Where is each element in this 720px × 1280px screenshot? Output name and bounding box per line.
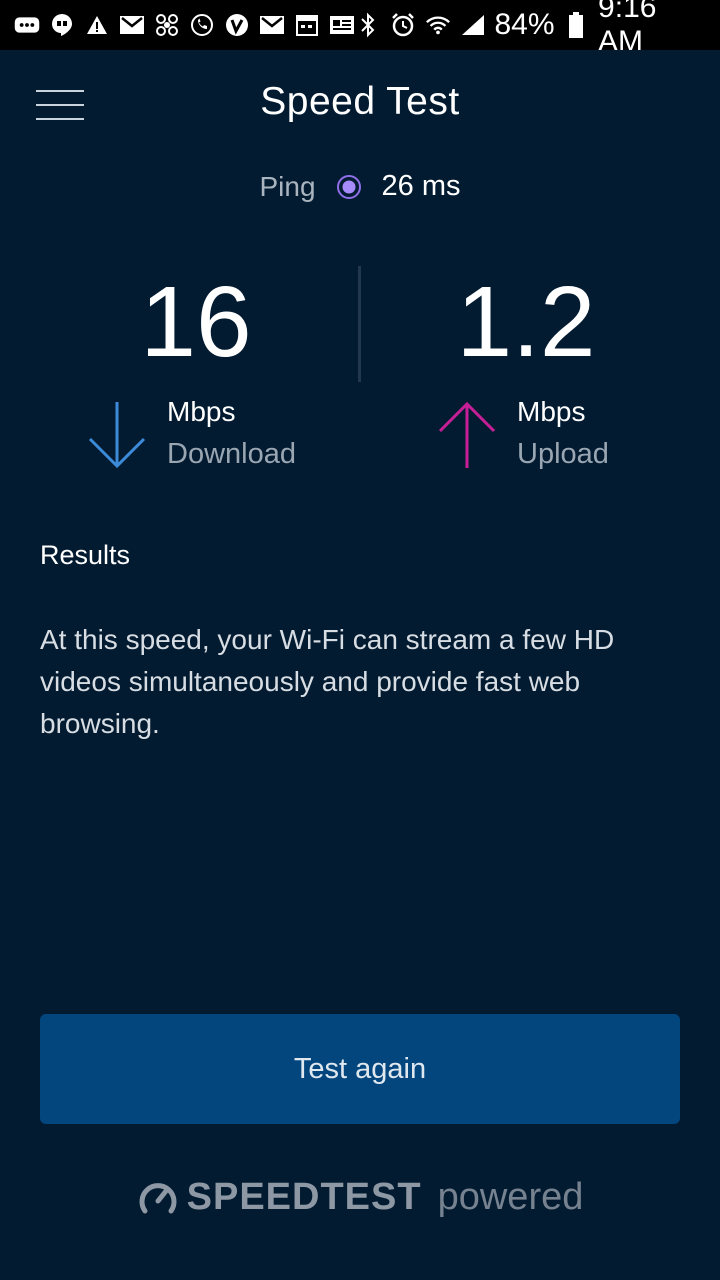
speed-test-screen: Speed Test Ping 26 ms 16 1.2 Mbps Downlo… [0,50,720,1280]
ping-row: Ping 26 ms [0,170,720,203]
wifi-icon [425,12,451,38]
ping-value: 26 ms [381,170,461,202]
metrics-divider [358,266,361,382]
ping-label: Ping [259,170,316,202]
upload-unit: Mbps [517,396,586,427]
status-bar: 84% 9:16 AM [0,0,720,58]
alarm-icon [390,12,416,38]
arrow-up-icon [437,400,497,470]
results-heading: Results [40,540,131,570]
venmo-icon [224,12,250,38]
ping-indicator-icon [336,174,362,200]
calendar-icon [294,12,320,38]
page-title: Speed Test [260,80,460,123]
download-speed-value: 16 [140,266,252,378]
results-description: At this speed, your Wi-Fi can stream a f… [40,624,615,739]
speedometer-icon [137,1177,179,1219]
more-icon [14,12,40,38]
gmail-icon [119,12,145,38]
download-label: Download [167,438,296,470]
news-icon [329,12,355,38]
test-again-button[interactable]: Test again [40,1014,680,1124]
phone-icon [189,12,215,38]
speedtest-logo-text: SPEEDTEST [186,1176,422,1218]
download-unit: Mbps [167,396,236,427]
pinwheel-icon [154,12,180,38]
mail-icon [259,12,285,38]
powered-text: powered [437,1176,584,1218]
status-bar-notifications [14,12,355,38]
upload-label: Upload [517,438,609,470]
arrow-down-icon [87,400,147,470]
hangouts-icon [49,12,75,38]
upload-speed-value: 1.2 [456,266,596,378]
battery-percentage: 84% [494,8,555,41]
signal-icon [460,12,486,38]
battery-icon [564,12,590,38]
speedtest-branding: SPEEDTEST powered [0,1176,720,1219]
warning-icon [84,12,110,38]
bluetooth-icon [355,12,381,38]
